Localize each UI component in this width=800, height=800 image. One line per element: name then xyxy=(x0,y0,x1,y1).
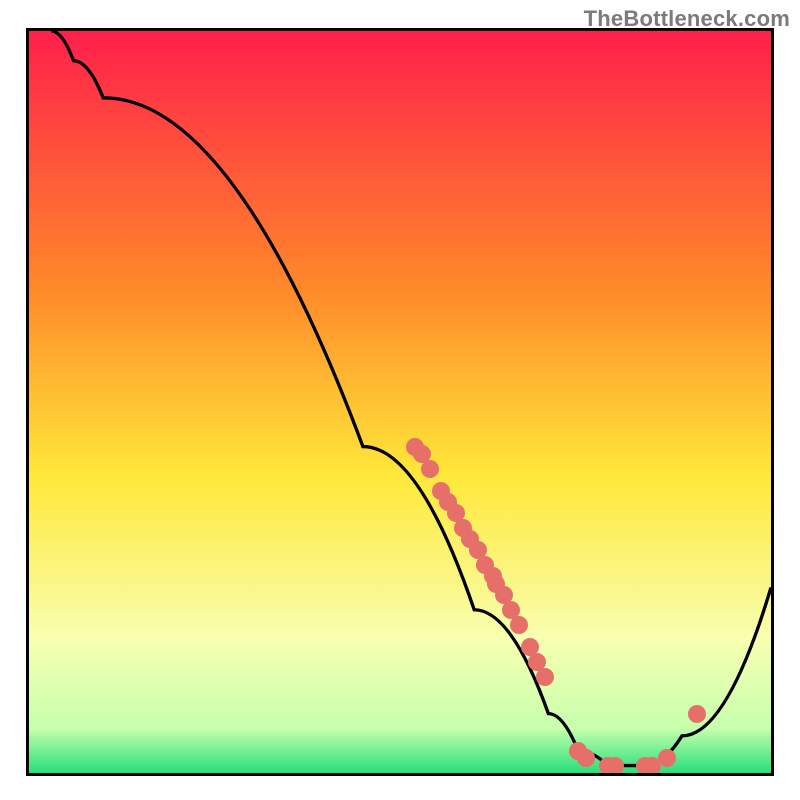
scatter-dot xyxy=(577,749,595,767)
scatter-dot xyxy=(536,668,554,686)
scatter-dot xyxy=(606,757,624,775)
plot-frame xyxy=(26,28,774,776)
scatter-dot xyxy=(688,705,706,723)
curve-layer xyxy=(29,31,771,773)
curve-line xyxy=(51,31,771,766)
scatter-dot xyxy=(421,460,439,478)
chart-canvas: TheBottleneck.com xyxy=(0,0,800,800)
scatter-dot xyxy=(510,616,528,634)
